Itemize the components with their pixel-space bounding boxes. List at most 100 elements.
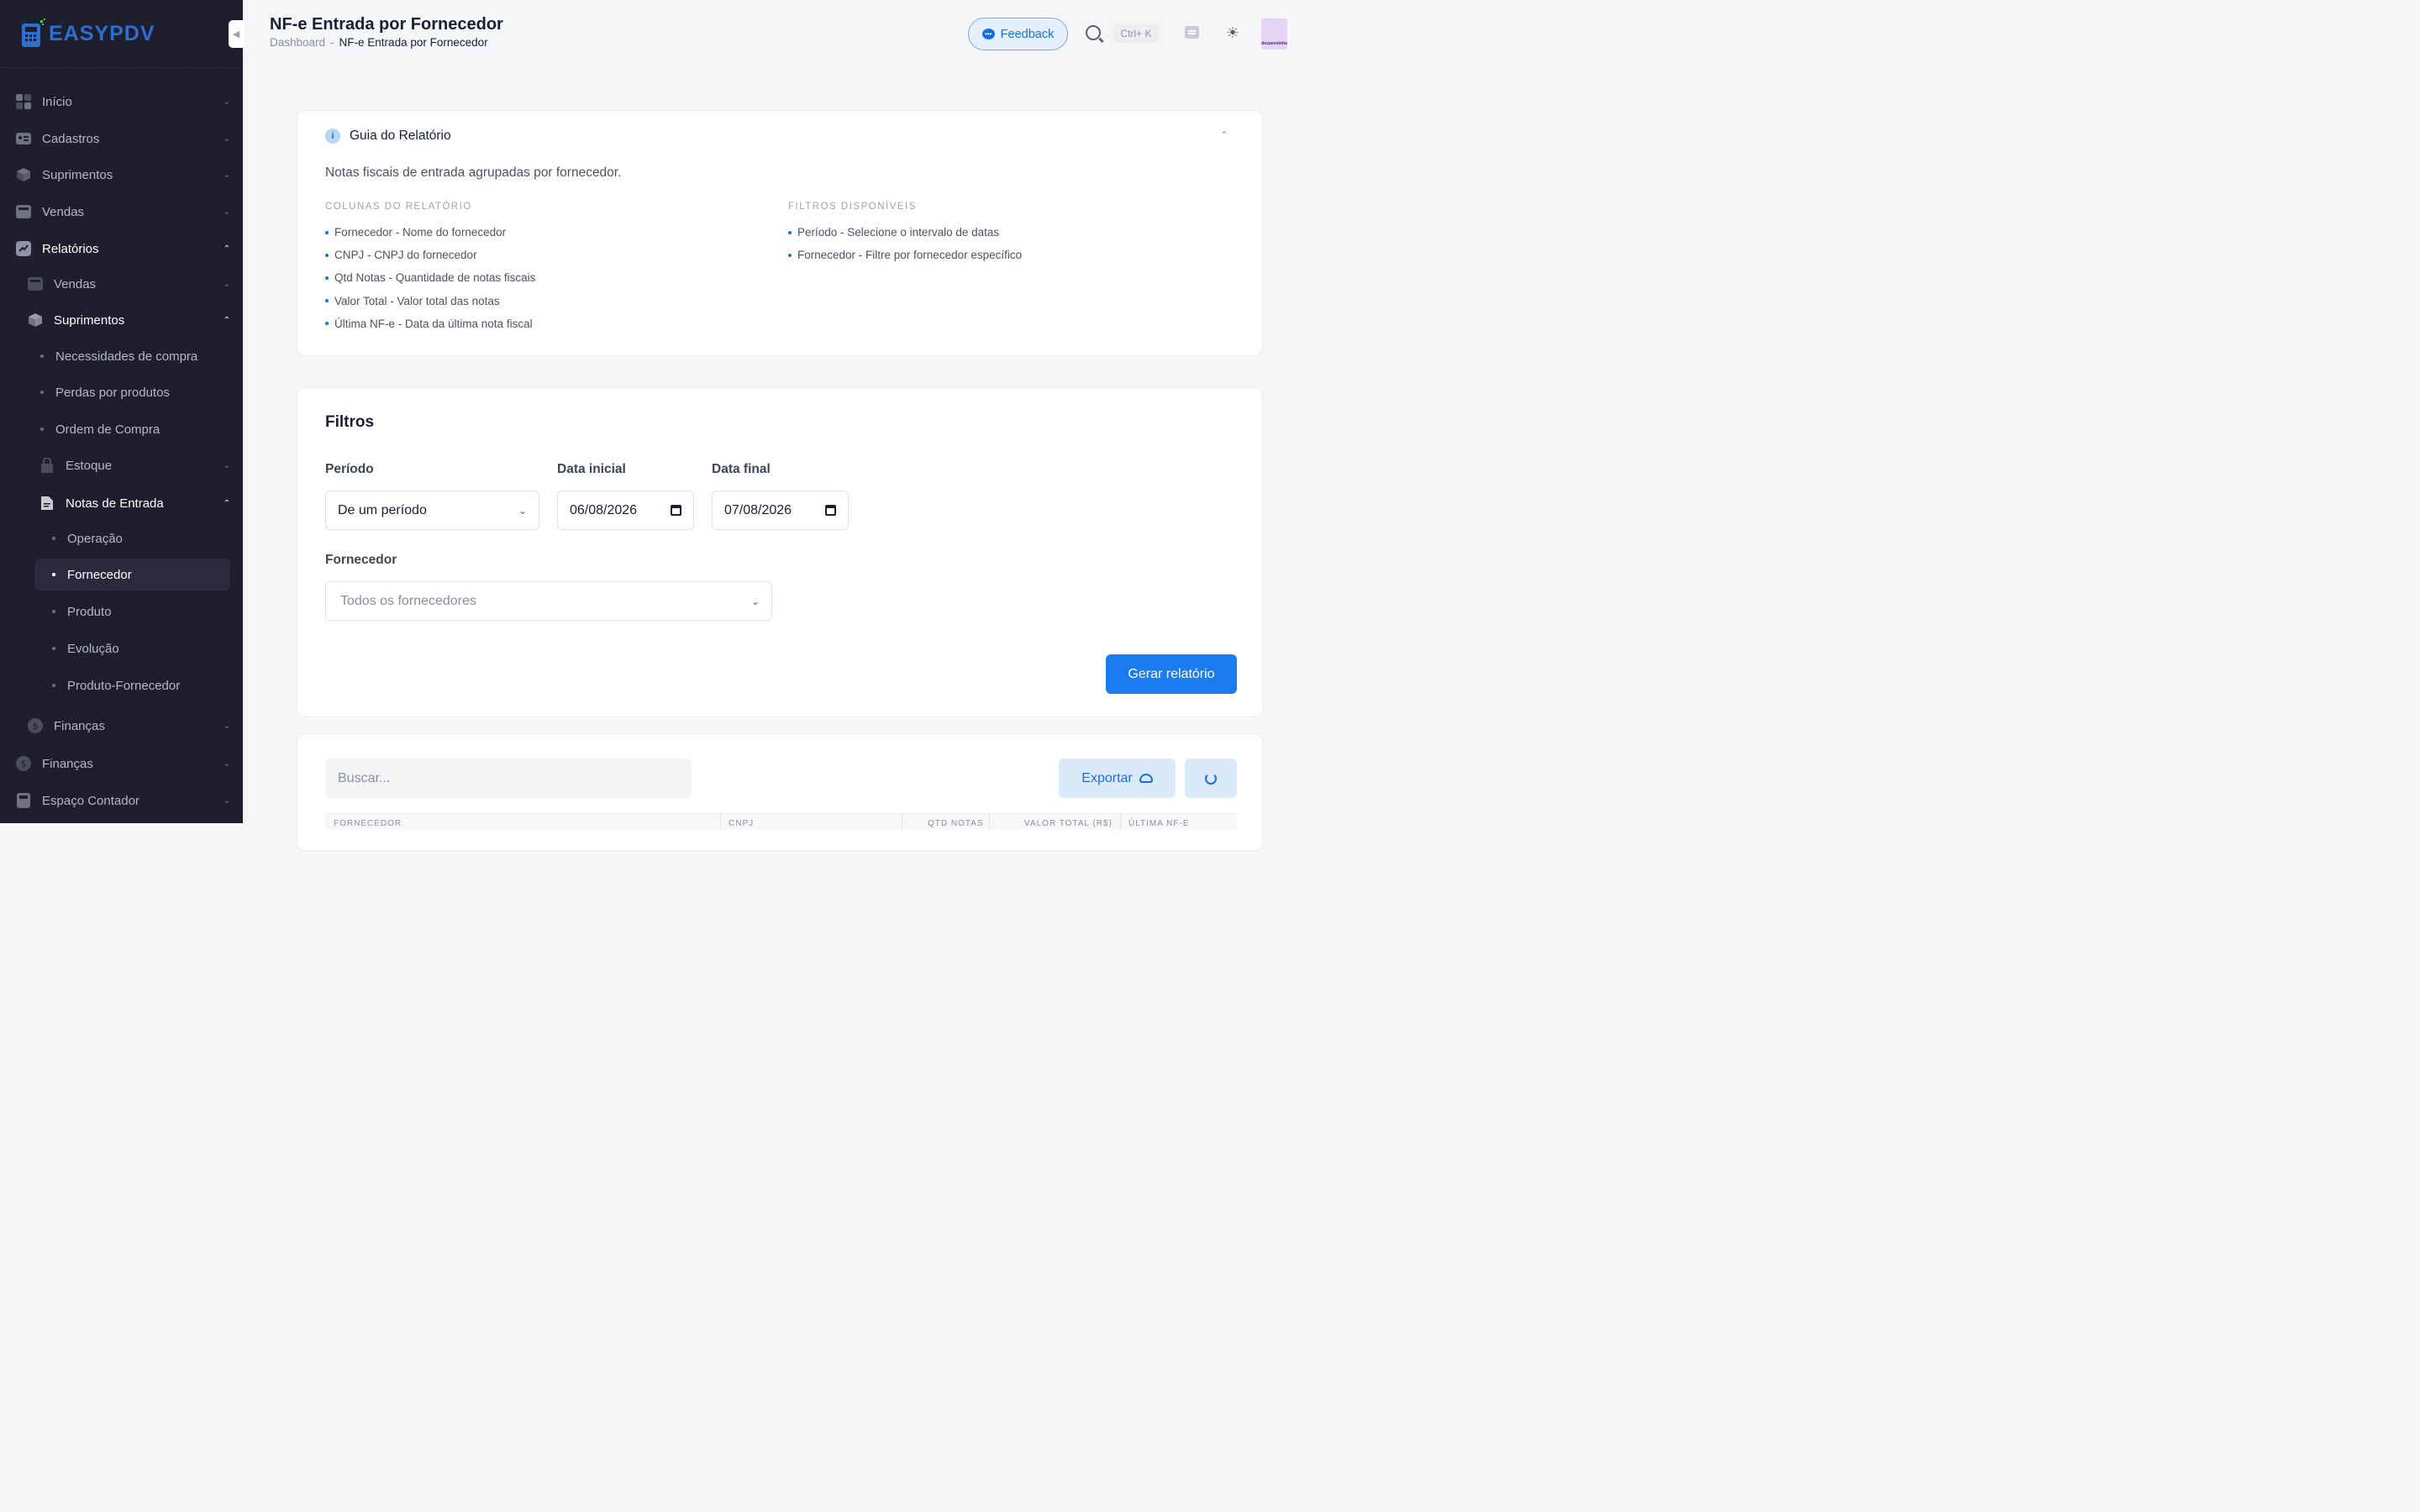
chevron-down-icon: ⌄ (223, 795, 231, 806)
sidebar-item-vendas[interactable]: Vendas ⌄ (15, 195, 232, 228)
list-item: Fornecedor - Nome do fornecedor (325, 221, 535, 244)
sidebar-item-ordem-compra[interactable]: Ordem de Compra (40, 413, 160, 445)
info-icon: i (325, 129, 340, 144)
calendar-icon[interactable] (671, 505, 681, 516)
breadcrumb: Dashboard - NF-e Entrada por Fornecedor (270, 36, 488, 49)
breadcrumb-current: NF-e Entrada por Fornecedor (339, 36, 488, 49)
guide-description: Notas fiscais de entrada agrupadas por f… (325, 165, 622, 180)
start-date-input[interactable]: 06/08/2026 (557, 491, 694, 530)
brand-logo[interactable]: EASYPDV (0, 0, 243, 68)
sidebar-item-inicio[interactable]: Início ⌄ (15, 85, 232, 118)
sidebar-item-produto-fornecedor[interactable]: Produto-Fornecedor (52, 669, 180, 701)
calculator-icon (15, 792, 32, 809)
grid-icon (15, 93, 32, 110)
guide-header[interactable]: i Guia do Relatório (325, 129, 451, 144)
filters-heading: FILTROS DISPONÍVEIS (788, 202, 917, 212)
chart-line-icon (15, 240, 32, 257)
sidebar-item-relatorios-financas[interactable]: $ Finanças ⌄ (27, 709, 232, 743)
refresh-button[interactable] (1185, 759, 1237, 798)
page-title: NF-e Entrada por Fornecedor (270, 15, 503, 34)
cash-register-icon (27, 276, 44, 292)
document-icon (39, 495, 55, 512)
sidebar-item-notas-entrada[interactable]: Notas de Entrada ⌃ (39, 486, 232, 520)
sidebar-item-evolucao[interactable]: Evolução (52, 633, 119, 664)
chevron-down-icon: ⌄ (223, 460, 231, 470)
export-button[interactable]: Exportar (1059, 759, 1176, 798)
sidebar-item-fornecedor[interactable]: Fornecedor (35, 559, 230, 591)
sidebar-item-estoque[interactable]: Estoque ⌄ (39, 449, 232, 482)
chevron-down-icon: ⌄ (223, 134, 231, 144)
sidebar-item-relatorios[interactable]: Relatórios ⌃ (15, 232, 232, 265)
sidebar-item-cadastros[interactable]: Cadastros ⌄ (15, 122, 232, 155)
lock-icon (39, 457, 55, 474)
list-item: Valor Total - Valor total das notas (325, 290, 535, 312)
breadcrumb-dashboard[interactable]: Dashboard (270, 36, 325, 49)
chevron-down-icon: ⌄ (223, 279, 231, 289)
search-input[interactable]: Buscar... (325, 759, 692, 798)
chevron-up-icon: ⌃ (223, 498, 231, 508)
columns-heading: COLUNAS DO RELATÓRIO (325, 202, 472, 212)
sidebar-item-relatorios-vendas[interactable]: Vendas ⌄ (27, 267, 232, 301)
id-card-icon (15, 130, 32, 147)
end-date-input[interactable]: 07/08/2026 (712, 491, 849, 530)
feedback-button[interactable]: ••• Feedback (968, 18, 1068, 50)
list-item: Período - Selecione o intervalo de datas (788, 221, 1022, 244)
supplier-select[interactable]: Todos os fornecedores ⌄ (325, 581, 772, 621)
chat-bubble-icon: ••• (981, 29, 995, 39)
sidebar-item-operacao[interactable]: Operação (52, 522, 123, 554)
filters-card: Filtros Período De um período ⌄ Data ini… (297, 387, 1263, 717)
sidebar-item-suprimentos[interactable]: Suprimentos ⌄ (15, 158, 232, 192)
chevron-up-icon: ⌃ (223, 244, 231, 254)
dollar-icon: $ (27, 717, 44, 734)
avatar[interactable]: despensinha (1261, 18, 1287, 50)
sidebar-item-financas[interactable]: $ Finanças ⌄ (15, 747, 232, 780)
sidebar-item-espaco-contador[interactable]: Espaço Contador ⌄ (15, 784, 232, 817)
end-date-label: Data final (712, 462, 771, 476)
cloud-download-icon (1139, 774, 1153, 783)
pos-terminal-icon (20, 18, 45, 49)
list-item: Fornecedor - Filtre por fornecedor espec… (788, 244, 1022, 266)
chevron-down-icon: ⌄ (223, 759, 231, 769)
column-header-valor-total[interactable]: VALOR TOTAL (R$) (1024, 819, 1113, 828)
svg-text:$: $ (33, 721, 39, 732)
sidebar: EASYPDV ◀ Início ⌄ Cadastros ⌄ Supriment… (0, 0, 244, 823)
chevron-down-icon: ⌄ (223, 97, 231, 107)
search-icon[interactable] (1086, 25, 1101, 40)
list-item: Qtd Notas - Quantidade de notas fiscais (325, 266, 535, 289)
refresh-icon (1205, 772, 1217, 785)
period-select[interactable]: De um período ⌄ (325, 491, 539, 530)
column-header-ultima-nfe[interactable]: ÚLTIMA NF-E (1128, 819, 1189, 828)
dollar-icon: $ (15, 755, 32, 772)
column-header-fornecedor[interactable]: FORNECEDOR (334, 819, 402, 828)
columns-list: Fornecedor - Nome do fornecedor CNPJ - C… (325, 221, 535, 335)
sidebar-item-produto[interactable]: Produto (52, 596, 112, 627)
sidebar-item-relatorios-suprimentos[interactable]: Suprimentos ⌃ (27, 303, 232, 337)
sidebar-item-necessidades[interactable]: Necessidades de compra (40, 340, 197, 372)
chevron-down-icon: ⌄ (223, 721, 231, 731)
table-header: FORNECEDOR CNPJ QTD NOTAS VALOR TOTAL (R… (325, 813, 1237, 831)
period-label: Período (325, 462, 374, 476)
sidebar-collapse-button[interactable]: ◀ (229, 20, 244, 48)
generate-report-button[interactable]: Gerar relatório (1106, 654, 1237, 694)
cash-register-icon (15, 203, 32, 220)
sun-icon[interactable]: ☀ (1224, 24, 1241, 41)
calendar-icon[interactable] (825, 505, 836, 516)
supplier-label: Fornecedor (325, 553, 397, 567)
chevron-down-icon: ⌄ (750, 595, 760, 607)
chevron-down-icon: ⌄ (518, 504, 527, 517)
messages-icon[interactable] (1185, 26, 1199, 39)
shortcut-badge: Ctrl+ K (1113, 24, 1159, 43)
column-header-qtd-notas[interactable]: QTD NOTAS (928, 819, 984, 828)
filters-title: Filtros (325, 413, 375, 431)
report-guide-card: i Guia do Relatório ⌃ Notas fiscais de e… (297, 110, 1263, 356)
chevron-down-icon: ⌄ (223, 207, 231, 217)
svg-text:$: $ (21, 759, 27, 769)
column-header-cnpj[interactable]: CNPJ (729, 819, 754, 828)
chevron-left-icon: ◀ (232, 29, 240, 39)
list-item: CNPJ - CNPJ do fornecedor (325, 244, 535, 266)
chevron-up-icon: ⌃ (223, 315, 231, 325)
chevron-up-icon[interactable]: ⌃ (1220, 129, 1228, 141)
filters-list: Período - Selecione o intervalo de datas… (788, 221, 1022, 266)
brand-name: EASYPDV (49, 21, 155, 45)
sidebar-item-perdas[interactable]: Perdas por produtos (40, 376, 170, 408)
